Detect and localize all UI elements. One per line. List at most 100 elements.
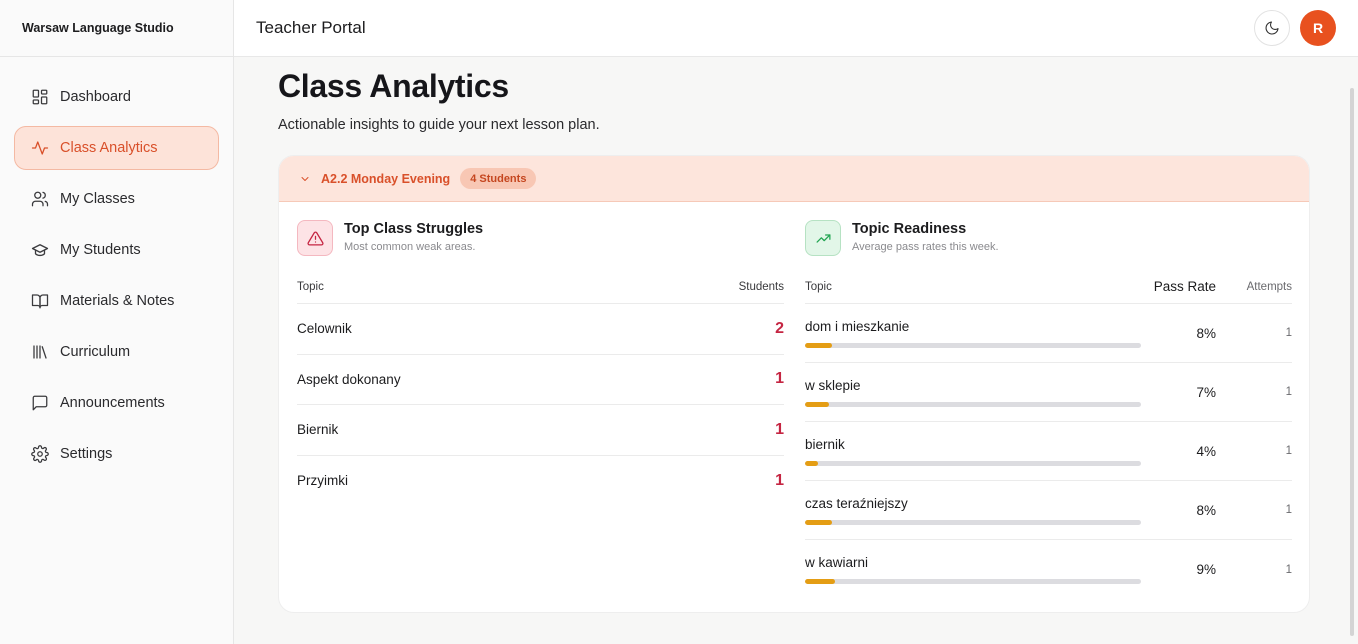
struggle-topic: Przyimki: [297, 473, 348, 489]
top-header: Teacher Portal R: [234, 0, 1358, 57]
pass-rate-bar: [805, 460, 1141, 466]
readiness-title: Topic Readiness: [852, 221, 967, 237]
trending-up-icon: [805, 220, 841, 256]
table-row: Aspekt dokonany 1: [297, 355, 784, 405]
struggle-student-count: 1: [775, 420, 784, 438]
struggles-panel-header: Top Class Struggles Most common weak are…: [297, 220, 784, 270]
readiness-topic: biernik: [805, 436, 845, 452]
attempts-value: 1: [1285, 445, 1292, 457]
pass-rate-bar-fill: [805, 579, 836, 584]
attempts-value: 1: [1285, 563, 1292, 576]
graduation-cap-icon: [31, 241, 49, 259]
sidebar-item-my-students[interactable]: My Students: [14, 228, 219, 272]
message-square-icon: [31, 394, 49, 412]
sidebar-item-label: Materials & Notes: [60, 293, 175, 309]
attempts-value: 1: [1285, 327, 1292, 339]
sidebar-item-materials-notes[interactable]: Materials & Notes: [14, 279, 219, 323]
sidebar-item-label: My Classes: [60, 191, 135, 207]
pass-rate-bar: [805, 401, 1141, 407]
pass-rate-value: 4%: [1196, 443, 1216, 459]
struggle-student-count: 1: [775, 370, 784, 388]
readiness-panel-header: Topic Readiness Average pass rates this …: [805, 220, 1292, 270]
struggles-table-header: Topic Students: [297, 270, 784, 304]
library-icon: [31, 343, 49, 361]
sidebar-item-curriculum[interactable]: Curriculum: [14, 330, 219, 374]
table-row: biernik 4% 1: [805, 422, 1292, 481]
readiness-topic: dom i mieszkanie: [805, 318, 910, 334]
readiness-panel: Topic Readiness Average pass rates this …: [805, 220, 1292, 599]
pass-rate-bar: [805, 579, 1141, 584]
pass-rate-value: 8%: [1196, 325, 1216, 341]
pass-rate-value: 7%: [1196, 384, 1216, 400]
table-row: Celownik 2: [297, 304, 784, 355]
readiness-topic: czas teraźniejszy: [805, 495, 908, 511]
main-content: Class Analytics Actionable insights to g…: [278, 57, 1310, 613]
class-name: A2.2 Monday Evening: [321, 171, 451, 186]
pass-rate-bar: [805, 519, 1141, 525]
readiness-topic: w kawiarni: [805, 555, 869, 570]
pass-rate-bar-fill: [805, 519, 832, 525]
sidebar-item-my-classes[interactable]: My Classes: [14, 177, 219, 221]
avatar[interactable]: R: [1300, 10, 1336, 46]
dashboard-icon: [31, 88, 49, 106]
sidebar: Warsaw Language Studio Dashboard Class A…: [0, 0, 234, 644]
sidebar-item-settings[interactable]: Settings: [14, 432, 219, 476]
struggle-student-count: 2: [775, 319, 784, 337]
struggle-topic: Celownik: [297, 321, 352, 337]
pass-rate-bar-fill: [805, 460, 819, 466]
attempts-value: 1: [1285, 504, 1292, 516]
table-row: Biernik 1: [297, 405, 784, 456]
table-row: w kawiarni 9% 1: [805, 540, 1292, 599]
sidebar-item-announcements[interactable]: Announcements: [14, 381, 219, 425]
struggle-topic: Biernik: [297, 422, 339, 438]
sidebar-item-label: My Students: [60, 242, 141, 258]
activity-icon: [31, 139, 49, 157]
pass-rate-bar: [805, 342, 1141, 348]
table-row: Przyimki 1: [297, 456, 784, 507]
pass-rate-value: 9%: [1196, 562, 1216, 577]
sidebar-item-label: Class Analytics: [60, 140, 158, 156]
scrollbar[interactable]: [1350, 88, 1354, 636]
chevron-down-icon: [299, 173, 311, 185]
column-header-attempts: Attempts: [1246, 280, 1292, 293]
moon-icon: [1265, 21, 1279, 35]
table-row: w sklepie 7% 1: [805, 363, 1292, 422]
sidebar-item-dashboard[interactable]: Dashboard: [14, 75, 219, 119]
attempts-value: 1: [1285, 386, 1292, 398]
sidebar-item-label: Dashboard: [60, 89, 131, 105]
column-header-topic: Topic: [805, 280, 832, 293]
brand-name: Warsaw Language Studio: [0, 0, 233, 57]
sidebar-item-label: Curriculum: [60, 344, 131, 360]
struggles-title: Top Class Struggles: [344, 221, 484, 237]
readiness-topic: w sklepie: [805, 377, 861, 393]
alert-triangle-icon: [297, 220, 333, 256]
table-row: czas teraźniejszy 8% 1: [805, 481, 1292, 540]
sidebar-item-class-analytics[interactable]: Class Analytics: [14, 126, 219, 170]
pass-rate-bar-fill: [805, 401, 829, 407]
users-icon: [31, 190, 49, 208]
theme-toggle-button[interactable]: [1254, 10, 1290, 46]
page-title: Class Analytics: [278, 68, 509, 104]
struggle-student-count: 1: [775, 471, 784, 489]
readiness-table-header: Topic Pass Rate Attempts: [805, 270, 1292, 304]
student-count-badge: 4 Students: [460, 168, 537, 189]
class-card: A2.2 Monday Evening 4 Students Top Class…: [278, 155, 1310, 613]
sidebar-item-label: Announcements: [60, 395, 165, 411]
struggles-table-body: Celownik 2 Aspekt dokonany 1 Biernik 1 P…: [297, 304, 784, 506]
struggles-panel: Top Class Struggles Most common weak are…: [297, 220, 784, 506]
pass-rate-value: 8%: [1196, 502, 1216, 518]
book-open-icon: [31, 292, 49, 310]
readiness-table-body: dom i mieszkanie 8% 1 w sklepie 7% 1 bie…: [805, 304, 1292, 599]
sidebar-item-label: Settings: [60, 446, 113, 462]
column-header-topic: Topic: [297, 280, 324, 293]
column-header-students: Students: [738, 280, 784, 293]
sidebar-nav: Dashboard Class Analytics My Classes My …: [0, 57, 233, 476]
struggle-topic: Aspekt dokonany: [297, 371, 401, 387]
portal-title: Teacher Portal: [256, 18, 366, 37]
readiness-subtitle: Average pass rates this week.: [852, 241, 999, 253]
class-card-header[interactable]: A2.2 Monday Evening 4 Students: [279, 156, 1309, 202]
pass-rate-bar-fill: [805, 342, 832, 348]
table-row: dom i mieszkanie 8% 1: [805, 304, 1292, 363]
column-header-pass-rate: Pass Rate: [1153, 279, 1216, 294]
page-subtitle: Actionable insights to guide your next l…: [278, 117, 600, 133]
